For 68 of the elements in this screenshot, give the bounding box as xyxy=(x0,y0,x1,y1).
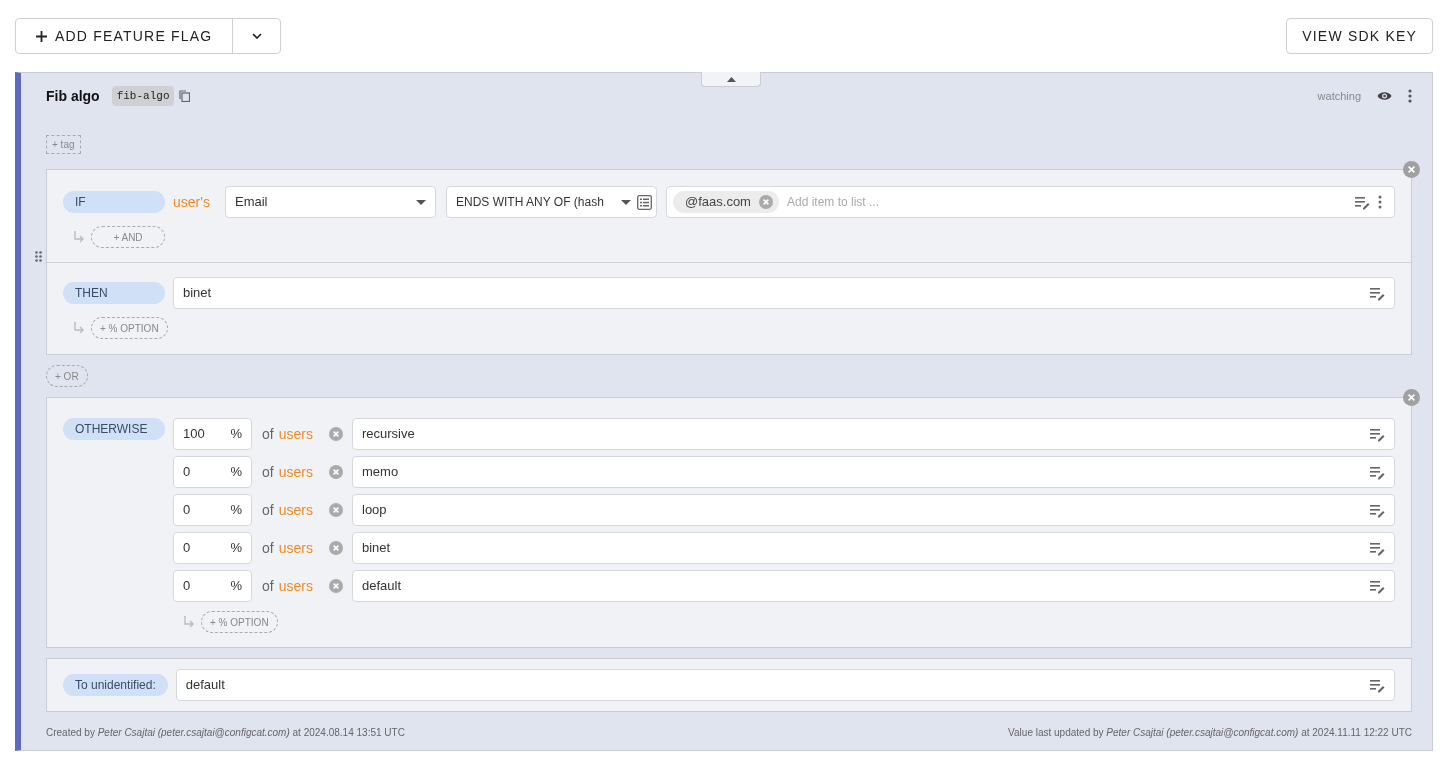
edit-lines-icon[interactable] xyxy=(1370,285,1385,301)
percent-sign: % xyxy=(230,577,242,596)
percent-field[interactable]: 0 % xyxy=(173,570,252,602)
view-sdk-key-button[interactable]: VIEW SDK KEY xyxy=(1286,18,1433,54)
edit-lines-icon[interactable] xyxy=(1370,540,1385,556)
condition-label: To unidentified: xyxy=(63,674,168,696)
percent-field[interactable]: 0 % xyxy=(173,532,252,564)
caret-down-icon xyxy=(621,199,631,205)
return-arrow-icon xyxy=(73,322,85,334)
percent-field[interactable]: 0 % xyxy=(173,494,252,526)
percent-sign: % xyxy=(230,463,242,482)
percent-field[interactable]: 100 % xyxy=(173,418,252,450)
return-arrow-icon xyxy=(73,231,85,243)
caret-down-icon xyxy=(416,199,426,205)
users-label: users xyxy=(278,424,313,444)
value-field[interactable]: binet xyxy=(352,532,1395,564)
users-label: users xyxy=(278,462,313,482)
drag-handle-icon[interactable] xyxy=(35,251,42,262)
eye-icon[interactable] xyxy=(1377,91,1392,101)
condition-label: IF xyxy=(63,191,165,213)
edit-lines-icon[interactable] xyxy=(1370,502,1385,518)
condition-label: THEN xyxy=(63,282,165,304)
comparator-dropdown[interactable]: ENDS WITH ANY OF (hash xyxy=(446,186,657,218)
edit-lines-icon[interactable] xyxy=(1370,677,1385,693)
percent-sign: % xyxy=(230,539,242,558)
return-arrow-icon xyxy=(183,616,195,628)
edit-lines-icon[interactable] xyxy=(1370,464,1385,480)
attribute-dropdown[interactable]: Email xyxy=(225,186,436,218)
plus-icon xyxy=(36,30,47,42)
chevron-down-icon xyxy=(251,33,262,39)
list-field[interactable]: @faas.com Add item to list ... xyxy=(666,186,1395,218)
collapse-tab[interactable] xyxy=(701,72,761,87)
percent-sign: % xyxy=(230,425,242,444)
percent-sign: % xyxy=(230,501,242,520)
edit-lines-icon[interactable] xyxy=(1370,426,1385,442)
condition-label: OTHERWISE xyxy=(63,418,165,440)
value-field[interactable]: binet xyxy=(173,277,1395,309)
of-label: of xyxy=(262,500,274,520)
watching-label: watching xyxy=(1317,88,1361,104)
of-label: of xyxy=(262,462,274,482)
of-label: of xyxy=(262,576,274,596)
value-field[interactable]: default xyxy=(175,669,1395,701)
value-field[interactable]: loop xyxy=(352,494,1395,526)
caret-up-icon xyxy=(726,76,736,82)
flag-key: fib-algo xyxy=(111,85,175,107)
percent-field[interactable]: 0 % xyxy=(173,456,252,488)
flag-name: Fib algo xyxy=(46,86,100,106)
edit-lines-icon[interactable] xyxy=(1355,194,1370,210)
kebab-menu-icon[interactable] xyxy=(1408,89,1412,103)
close-icon[interactable] xyxy=(1403,389,1420,406)
list-icon[interactable] xyxy=(637,194,652,210)
kebab-menu-icon[interactable] xyxy=(1378,195,1382,209)
users-label: users xyxy=(278,576,313,596)
add-item-input[interactable]: Add item to list ... xyxy=(786,193,1347,211)
users-label: users xyxy=(278,500,313,520)
of-label: of xyxy=(262,538,274,558)
users-label: users xyxy=(278,538,313,558)
close-icon[interactable] xyxy=(1403,161,1420,178)
users-label: user's xyxy=(173,192,211,212)
value-field[interactable]: recursive xyxy=(352,418,1395,450)
copy-icon[interactable] xyxy=(179,90,191,102)
created-info: Created by Peter Csajtai (peter.csajtai@configcat.com) at 2024.08.14 13:51 UTC xyxy=(46,725,405,740)
of-label: of xyxy=(262,424,274,444)
list-chip: @faas.com xyxy=(673,191,779,213)
edit-lines-icon[interactable] xyxy=(1370,578,1385,594)
value-field[interactable]: default xyxy=(352,570,1395,602)
value-field[interactable]: memo xyxy=(352,456,1395,488)
updated-info: Value last updated by Peter Csajtai (peter.csajtai@configcat.com) at 2024.11.11 12:22 UTC xyxy=(1008,725,1412,740)
